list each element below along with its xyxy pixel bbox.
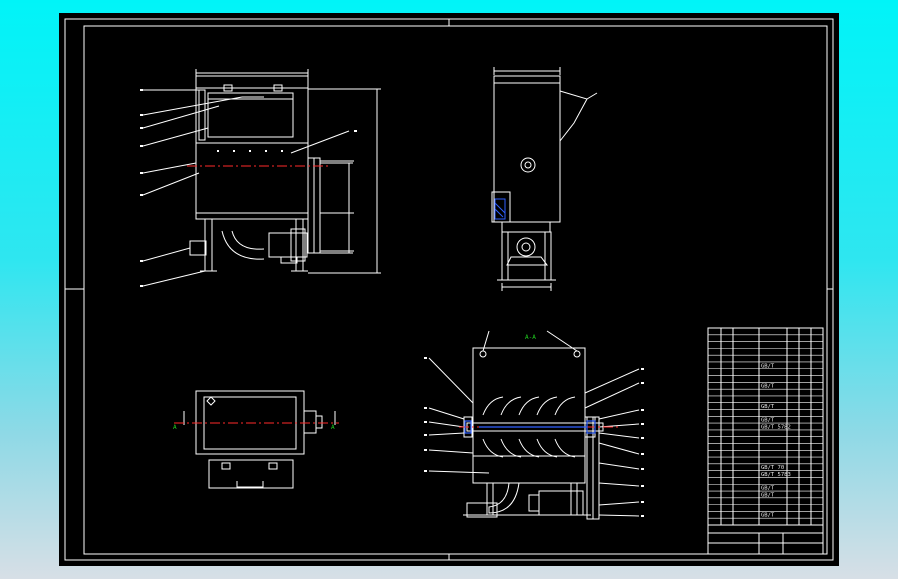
title-block-row-text: GB/T: [761, 486, 775, 492]
sheet-frame: [64, 18, 834, 561]
side-view: [491, 67, 598, 291]
side-view-detail: [494, 198, 506, 220]
front-view: [142, 69, 381, 287]
title-block-row-text: GB/T: [761, 363, 775, 369]
section-label-left: A: [173, 424, 177, 431]
section-title: A-A: [525, 334, 536, 341]
section-view: [428, 330, 640, 520]
title-block-rows: GB/TGB/TGB/TGB/TGB/T 5782GB/T 70GB/T 578…: [708, 334, 823, 526]
title-block-row-text: GB/T: [761, 492, 775, 498]
title-block-row-text: GB/T: [761, 384, 775, 390]
top-view: [183, 390, 336, 489]
title-block-row-text: GB/T 70: [761, 465, 784, 471]
title-block-row-text: GB/T 5782: [761, 424, 791, 430]
cad-viewport[interactable]: A A A-A GB/T GB/T GB/T GB/T GB/T 5782 GB…: [59, 13, 839, 566]
engineering-drawing: A A A-A GB/TGB/TGB/TGB/TGB/T 5782GB/T 70…: [64, 18, 834, 561]
front-view-dots: [217, 150, 283, 152]
title-block-row-text: GB/T: [761, 404, 775, 410]
title-block-row-text: GB/T 5783: [761, 472, 791, 478]
title-block-row-text: GB/T: [761, 418, 775, 424]
section-label-right: A: [331, 424, 335, 431]
part-balloons: [140, 89, 644, 517]
title-block-row-text: GB/T: [761, 513, 775, 519]
